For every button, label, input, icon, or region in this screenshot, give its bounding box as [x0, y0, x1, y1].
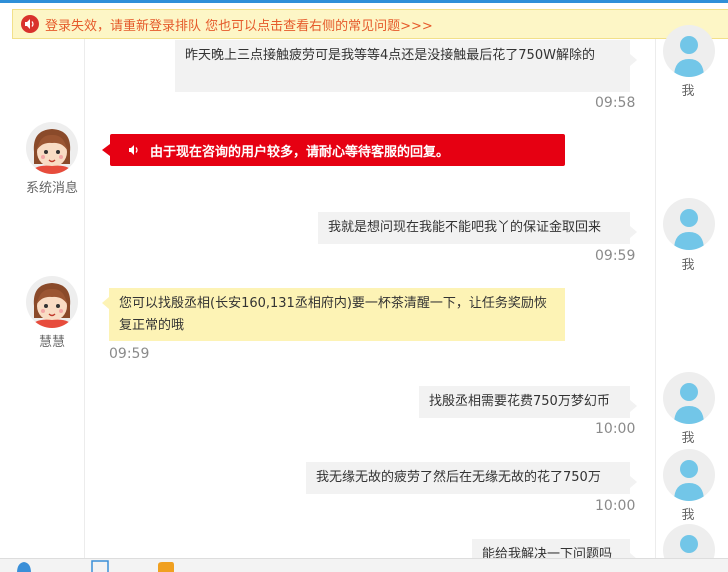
message-text: 昨天晚上三点接触疲劳可是我等等4点还是没接触最后花了750W解除的 [185, 48, 595, 63]
user-avatar-icon [663, 372, 715, 424]
user-message-bubble: 我无缘无故的疲劳了然后在无缘无故的花了750万 [306, 462, 637, 494]
user-avatar-icon [663, 449, 715, 501]
message-time: 10:00 [595, 498, 636, 514]
user-message-bubble: 昨天晚上三点接触疲劳可是我等等4点还是没接触最后花了750W解除的 [175, 40, 637, 92]
left-divider [84, 39, 85, 559]
user-avatar-icon [663, 198, 715, 250]
top-accent-line [0, 0, 728, 3]
agent-avatar-icon [26, 276, 78, 328]
system-message-bubble: 由于现在咨询的用户较多，请耐心等待客服的回复。 [102, 134, 565, 166]
message-text: 我就是想问现在我能不能吧我丫的保证金取回来 [328, 220, 602, 235]
message-text: 您可以找殷丞相(长安160,131丞相府内)要一杯茶清醒一下，让任务奖励恢复正常… [119, 296, 547, 333]
message-time: 09:59 [109, 346, 150, 362]
toolbar-button[interactable] [156, 559, 180, 572]
agent-name-label: 慧慧 [38, 335, 65, 350]
message-text: 找殷丞相需要花费750万梦幻币 [429, 394, 610, 409]
system-message-text: 由于现在咨询的用户较多，请耐心等待客服的回复。 [150, 144, 450, 160]
user-name-label: 我 [681, 508, 695, 523]
bottom-toolbar [0, 558, 728, 572]
user-name-label: 我 [681, 258, 695, 273]
user-name-label: 我 [681, 84, 695, 99]
user-avatar-icon [663, 25, 715, 77]
speaker-icon [21, 15, 39, 33]
agent-message-bubble: 您可以找殷丞相(长安160,131丞相府内)要一杯茶清醒一下，让任务奖励恢复正常… [102, 288, 565, 341]
toolbar-button[interactable] [90, 559, 114, 572]
login-expired-notice[interactable]: 登录失效，请重新登录排队 您也可以点击查看右侧的常见问题>>> [12, 9, 728, 39]
notice-text[interactable]: 登录失效，请重新登录排队 您也可以点击查看右侧的常见问题>>> [45, 15, 433, 34]
user-message-bubble: 找殷丞相需要花费750万梦幻币 [419, 386, 637, 418]
image-icon [90, 559, 110, 572]
right-divider [655, 39, 656, 559]
message-text: 我无缘无故的疲劳了然后在无缘无故的花了750万 [316, 470, 601, 485]
message-time: 09:59 [595, 248, 636, 264]
message-time: 09:58 [595, 95, 636, 111]
user-name-label: 我 [681, 431, 695, 446]
toolbar-button[interactable] [14, 559, 38, 572]
comment-icon [156, 559, 176, 572]
system-name-label: 系统消息 [25, 181, 78, 196]
cloud-icon [14, 559, 34, 572]
message-time: 10:00 [595, 421, 636, 437]
system-avatar-icon [26, 122, 78, 174]
user-message-bubble: 我就是想问现在我能不能吧我丫的保证金取回来 [318, 212, 637, 244]
speaker-icon [128, 144, 140, 156]
